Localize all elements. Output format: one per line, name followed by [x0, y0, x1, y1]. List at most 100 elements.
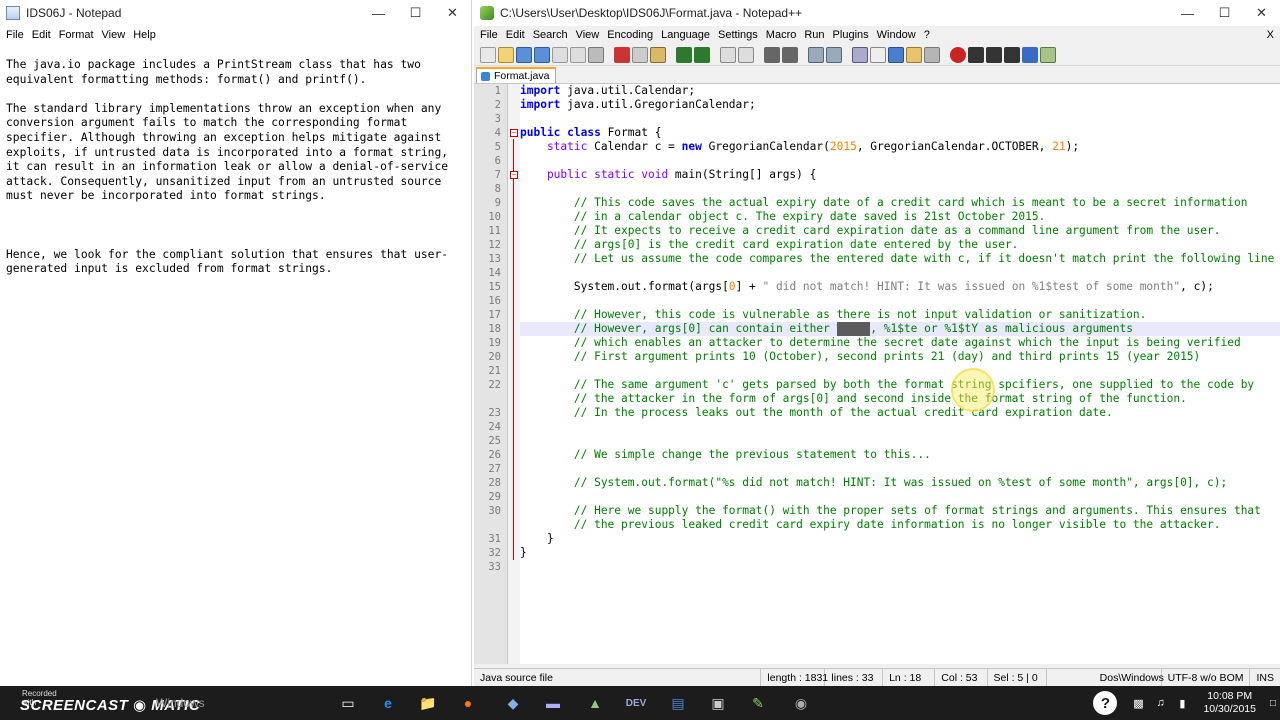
menu-edit[interactable]: Edit [502, 26, 529, 44]
npp-titlebar[interactable]: C:\Users\User\Desktop\IDS06J\Format.java… [474, 0, 1280, 26]
menu-encoding[interactable]: Encoding [603, 26, 657, 44]
status-eol[interactable]: Dos\Windows [1094, 668, 1164, 687]
maximize-icon[interactable]: ☐ [1206, 0, 1243, 26]
menu-window[interactable]: Window [873, 26, 920, 44]
code-line: static Calendar c = new GregorianCalenda… [520, 140, 1080, 153]
maximize-icon[interactable]: ☐ [397, 0, 434, 26]
close-all-icon[interactable] [570, 46, 586, 63]
status-encoding[interactable]: UTF-8 w/o BOM [1162, 668, 1251, 687]
menu-plugins[interactable]: Plugins [829, 26, 873, 44]
app-icon[interactable]: ▬ [543, 693, 563, 713]
notepad-text-area[interactable]: The java.io package includes a PrintStre… [6, 58, 466, 292]
new-file-icon[interactable] [480, 46, 496, 63]
function-list-icon[interactable] [924, 46, 940, 63]
fold-marker-icon[interactable]: – [510, 129, 518, 137]
record-macro-icon[interactable] [950, 46, 966, 63]
run-macro-multiple-icon[interactable] [1004, 46, 1020, 63]
save-all-icon[interactable] [534, 46, 550, 63]
line-number: 7 [494, 169, 501, 181]
close-icon[interactable]: ✕ [434, 0, 471, 26]
play-macro-icon[interactable] [986, 46, 1002, 63]
tab-format-java[interactable]: Format.java [476, 67, 557, 83]
zoom-in-icon[interactable] [764, 46, 780, 63]
text-selection[interactable]: %1$tm [836, 322, 871, 336]
indent-guide-icon[interactable] [888, 46, 904, 63]
save-icon[interactable] [516, 46, 532, 63]
close-icon[interactable]: ✕ [1243, 0, 1280, 26]
firefox-icon[interactable]: ● [458, 693, 478, 713]
current-line: // However, args[0] can contain either %… [520, 322, 1280, 336]
battery-icon[interactable]: ▮ [1171, 697, 1193, 710]
network-icon[interactable]: ▩ [1127, 697, 1149, 710]
undo-icon[interactable] [676, 46, 692, 63]
menu-help[interactable]: Help [129, 26, 160, 44]
status-file-type: Java source file [474, 668, 762, 687]
menu-macro[interactable]: Macro [762, 26, 801, 44]
code-editor[interactable]: 1 2 3 4 5 6 7 8 9 10 11 12 13 14 15 16 17 18 19 20 21 22 23 24 2… [474, 84, 1280, 664]
menu-help[interactable]: ? [920, 26, 934, 44]
app-icon[interactable]: ▲ [585, 693, 605, 713]
line-number: 13 [488, 253, 501, 265]
sync-horizontal-icon[interactable] [826, 46, 842, 63]
status-insert-mode[interactable]: INS [1250, 669, 1280, 687]
plugin-icon[interactable] [1040, 46, 1056, 63]
edge-browser-icon[interactable]: e [378, 693, 398, 713]
cut-icon[interactable] [614, 46, 630, 63]
app-icon[interactable]: ▣ [708, 693, 728, 713]
task-view-icon[interactable]: ▭ [338, 693, 358, 713]
redo-icon[interactable] [694, 46, 710, 63]
open-file-icon[interactable] [498, 46, 514, 63]
status-column: Col : 53 [935, 668, 988, 687]
menu-edit[interactable]: Edit [28, 26, 55, 44]
code-comment: // It expects to receive a credit card e… [520, 224, 1221, 237]
menu-search[interactable]: Search [529, 26, 572, 44]
menu-view[interactable]: View [572, 26, 604, 44]
help-icon[interactable]: ? [1093, 691, 1118, 715]
code-text[interactable]: import java.util.Calendar; import java.u… [520, 84, 1280, 664]
find-icon[interactable] [720, 46, 736, 63]
menu-file[interactable]: File [2, 26, 28, 44]
volume-icon[interactable]: ♫ [1149, 697, 1171, 709]
menu-view[interactable]: View [98, 26, 130, 44]
menu-run[interactable]: Run [800, 26, 828, 44]
menu-format[interactable]: Format [55, 26, 98, 44]
sync-vertical-icon[interactable] [808, 46, 824, 63]
word-icon[interactable]: ▤ [668, 693, 688, 713]
minimize-icon[interactable]: — [1169, 0, 1206, 26]
menu-settings[interactable]: Settings [714, 26, 762, 44]
line-number: 5 [494, 141, 501, 153]
notifications-icon[interactable]: □ [1266, 698, 1280, 709]
minimize-icon[interactable]: — [360, 0, 397, 26]
zoom-out-icon[interactable] [782, 46, 798, 63]
line-number: 27 [488, 463, 501, 475]
close-document-icon[interactable]: X [1263, 26, 1280, 44]
app-icon[interactable]: ◆ [503, 693, 523, 713]
stop-macro-icon[interactable] [968, 46, 984, 63]
doc-map-icon[interactable] [906, 46, 922, 63]
save-macro-icon[interactable] [1022, 46, 1038, 63]
fold-margin[interactable]: – – [508, 84, 520, 664]
print-icon[interactable] [588, 46, 604, 63]
line-number: 31 [488, 533, 501, 545]
copy-icon[interactable] [632, 46, 648, 63]
npp-menubar: File Edit Search View Encoding Language … [474, 26, 1280, 44]
line-number: 17 [488, 309, 501, 321]
notepadpp-taskbar-icon[interactable]: ✎ [748, 693, 768, 713]
dev-app-icon[interactable]: DEV [626, 693, 647, 713]
fold-marker-icon[interactable]: – [510, 171, 518, 179]
code-comment: // In the process leaks out the month of… [520, 406, 1113, 419]
paste-icon[interactable] [650, 46, 666, 63]
mouse-highlight [951, 368, 995, 412]
line-number [474, 518, 507, 532]
show-symbols-icon[interactable] [870, 46, 886, 63]
app-icon[interactable]: ◉ [791, 693, 811, 713]
replace-icon[interactable] [738, 46, 754, 63]
close-file-icon[interactable] [552, 46, 568, 63]
file-explorer-icon[interactable]: 📁 [418, 693, 438, 713]
menu-language[interactable]: Language [657, 26, 714, 44]
menu-file[interactable]: File [476, 26, 502, 44]
word-wrap-icon[interactable] [852, 46, 868, 63]
system-clock[interactable]: 10:08 PM 10/30/2015 [1193, 690, 1266, 716]
notepad-titlebar[interactable]: IDS06J - Notepad — ☐ ✕ [0, 0, 471, 26]
